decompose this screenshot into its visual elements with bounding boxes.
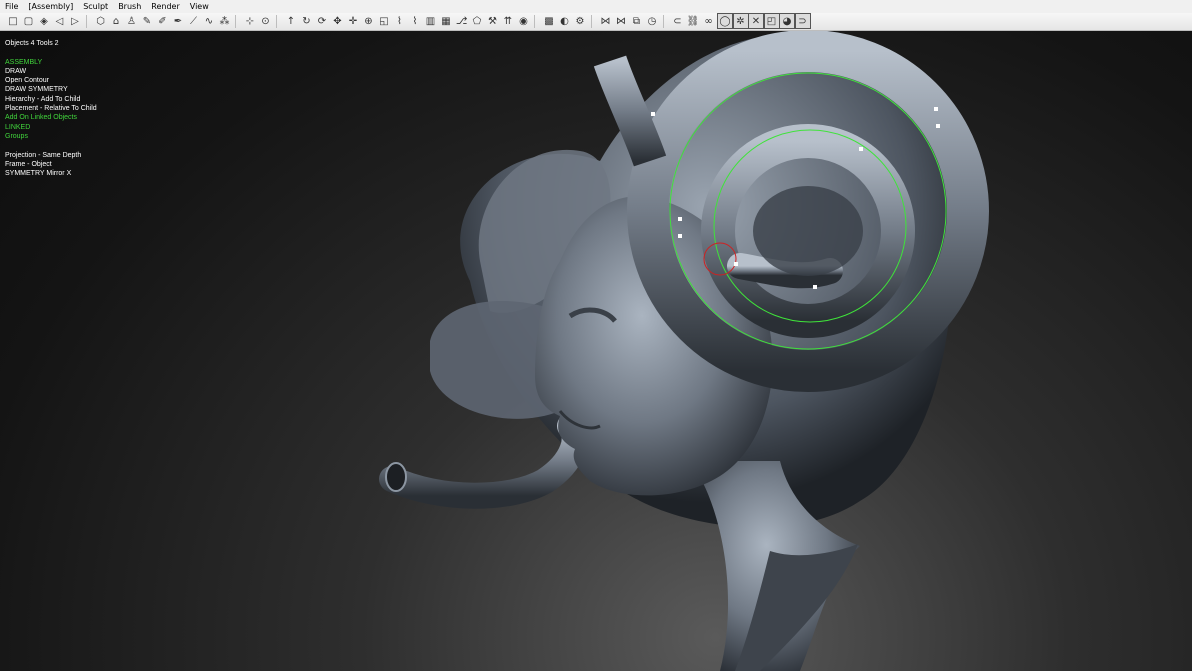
move-icon[interactable]: ✥ (331, 14, 345, 28)
status-line: Groups (5, 132, 28, 140)
arrow-right-icon[interactable]: ▷ (68, 14, 82, 28)
scale-icon[interactable]: ◱ (377, 14, 391, 28)
house-icon[interactable]: ⌂ (109, 14, 123, 28)
box-icon[interactable]: ▢ (22, 14, 36, 28)
menu-item-0[interactable]: File (0, 0, 23, 13)
menu-bar: File [Assembly] Sculpt Brush Render View (0, 0, 1192, 14)
status-line: Projection - Same Depth (5, 151, 82, 159)
circle-icon[interactable]: ◉ (517, 14, 531, 28)
status-line: Add On Linked Objects (5, 114, 77, 122)
eyedropper2-icon[interactable]: ⌇ (408, 14, 422, 28)
status-line: LINKED (5, 123, 31, 131)
status-line: DRAW (5, 67, 27, 75)
toolbar-separator (276, 15, 277, 28)
brush-icon[interactable]: ✎ (140, 14, 154, 28)
status-line: Hierarchy - Add To Child (5, 95, 81, 103)
symmetry-icon[interactable]: ✲ (732, 13, 749, 29)
status-line: Placement - Relative To Child (5, 105, 97, 113)
object-tool-counts: Objects 4 Tools 2 (5, 40, 59, 47)
arrow-left-icon[interactable]: ◁ (53, 14, 67, 28)
toolbar-separator (235, 15, 236, 28)
eyedropper-icon[interactable]: ⌇ (393, 14, 407, 28)
menu-item-5[interactable]: View (185, 0, 214, 13)
status-line: DRAW SYMMETRY (5, 86, 68, 94)
curve-icon[interactable]: ∿ (202, 14, 216, 28)
pin-icon[interactable]: ⊹ (243, 14, 257, 28)
toolbar-separator (85, 15, 87, 28)
new-icon[interactable]: □ (6, 14, 20, 28)
toolbar: □ ▢ ◈ ◁ ▷ ⬡ ⌂ ♙ ✎ ✐ ✒ ⟋ ∿ ⁂ ⊹ ⊙ ↑ ↻ ⟳ ✥ ✛ ⊕ ◱ ⌇ ⌇ ▥ ▦ ⎇ ⬠ ⚒ ⇈ ◉ ▩ ◐ ⚙ ⋈ ⋈ ⧉ ◷ ⊂… (0, 13, 1192, 31)
mirror-icon[interactable]: ⋈ (599, 14, 613, 28)
rotate-icon[interactable]: ↻ (300, 14, 314, 28)
brush2-icon[interactable]: ✐ (156, 14, 170, 28)
toolbar-separator (590, 15, 592, 28)
clock-icon[interactable]: ◷ (645, 14, 659, 28)
gear-icon[interactable]: ⚙ (573, 14, 587, 28)
lower-tube (379, 413, 588, 509)
flow-icon[interactable]: ⎇ (455, 14, 469, 28)
3d-viewport[interactable] (0, 31, 1192, 671)
status-overlay: Objects 4 Tools 2 ASSEMBLY DRAW Open Conto… (5, 39, 97, 178)
status-line: ASSEMBLY (5, 58, 43, 66)
line-icon[interactable]: ⟋ (187, 14, 201, 28)
square-icon[interactable]: ◰ (763, 13, 780, 29)
status-line: Open Contour (5, 77, 49, 85)
link2-icon[interactable]: ∞ (702, 14, 716, 28)
chain-icon[interactable]: ⛓ (686, 14, 700, 28)
move2-icon[interactable]: ✛ (346, 14, 360, 28)
link-icon[interactable]: ⊂ (671, 14, 685, 28)
toolbar-separator (662, 15, 664, 28)
figure-icon[interactable]: ♙ (125, 14, 139, 28)
cross-icon[interactable]: ✕ (748, 13, 764, 29)
checker-icon[interactable]: ▩ (542, 14, 556, 28)
status-line: Frame - Object (5, 160, 52, 168)
move3-icon[interactable]: ⊕ (362, 14, 376, 28)
status-line: SYMMETRY Mirror X (5, 170, 72, 178)
columns-icon[interactable]: ▥ (424, 14, 438, 28)
spray-icon[interactable]: ⁂ (218, 14, 232, 28)
menu-item-3[interactable]: Brush (113, 0, 146, 13)
contrast-icon[interactable]: ◐ (558, 14, 572, 28)
loop-icon[interactable]: ⊃ (794, 13, 811, 29)
ring-icon[interactable]: ◯ (717, 13, 733, 29)
tool-icon[interactable]: ⚒ (486, 14, 500, 28)
target-icon[interactable]: ⊙ (259, 14, 273, 28)
frame-icon[interactable]: ⧉ (630, 14, 644, 28)
status-line (5, 141, 97, 150)
arrow-up-icon[interactable]: ↑ (284, 14, 298, 28)
material-icon[interactable]: ◕ (779, 13, 795, 29)
bars-icon[interactable]: ⇈ (501, 14, 515, 28)
mirror2-icon[interactable]: ⋈ (614, 14, 628, 28)
grid-icon[interactable]: ▦ (439, 14, 453, 28)
shapes-icon[interactable]: ⬠ (470, 14, 484, 28)
sphere-icon[interactable]: ◈ (37, 14, 51, 28)
sculpt-model (379, 31, 989, 671)
toolbar-separator (534, 15, 535, 28)
menu-item-4[interactable]: Render (146, 0, 184, 13)
rotate2-icon[interactable]: ⟳ (315, 14, 329, 28)
menu-item-1[interactable]: [Assembly] (23, 0, 78, 13)
menu-item-2[interactable]: Sculpt (78, 0, 113, 13)
pen-icon[interactable]: ✒ (171, 14, 185, 28)
cube-icon[interactable]: ⬡ (94, 14, 108, 28)
